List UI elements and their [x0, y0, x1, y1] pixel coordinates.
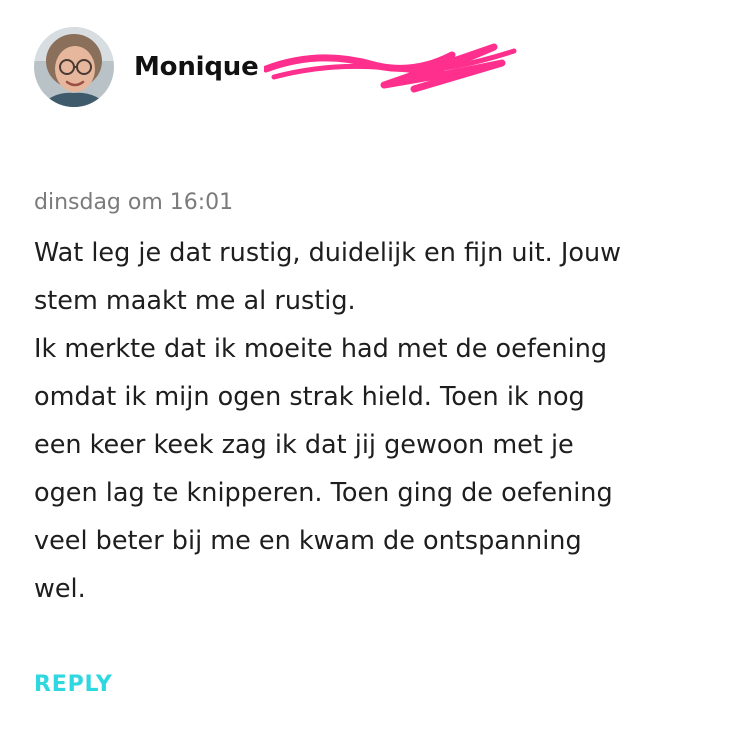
message-line: wel. — [34, 574, 86, 604]
user-photo-avatar-icon — [34, 27, 114, 107]
message-line: omdat ik mijn ogen strak hield. Toen ik … — [34, 382, 585, 412]
avatar[interactable] — [34, 27, 114, 107]
message-line: Ik merkte dat ik moeite had met de oefen… — [34, 334, 608, 364]
message-line: veel beter bij me en kwam de ontspanning — [34, 526, 582, 556]
pink-scribble-redaction-icon — [264, 43, 517, 93]
author-name[interactable]: Monique — [134, 52, 259, 82]
message-line: een keer keek zag ik dat jij gewoon met … — [34, 430, 574, 460]
comment-card: Monique dinsdag om 16:01 Wat leg je dat … — [0, 0, 750, 731]
comment-header: Monique — [34, 27, 517, 107]
message-line: stem maakt me al rustig. — [34, 286, 356, 316]
author-name-wrap: Monique — [134, 43, 517, 93]
comment-timestamp: dinsdag om 16:01 — [34, 190, 234, 215]
message-line: Wat leg je dat rustig, duidelijk en fijn… — [34, 238, 621, 268]
message-line: ogen lag te knipperen. Toen ging de oefe… — [34, 478, 613, 508]
reply-button[interactable]: REPLY — [34, 672, 113, 697]
comment-message: Wat leg je dat rustig, duidelijk en fijn… — [34, 229, 724, 613]
